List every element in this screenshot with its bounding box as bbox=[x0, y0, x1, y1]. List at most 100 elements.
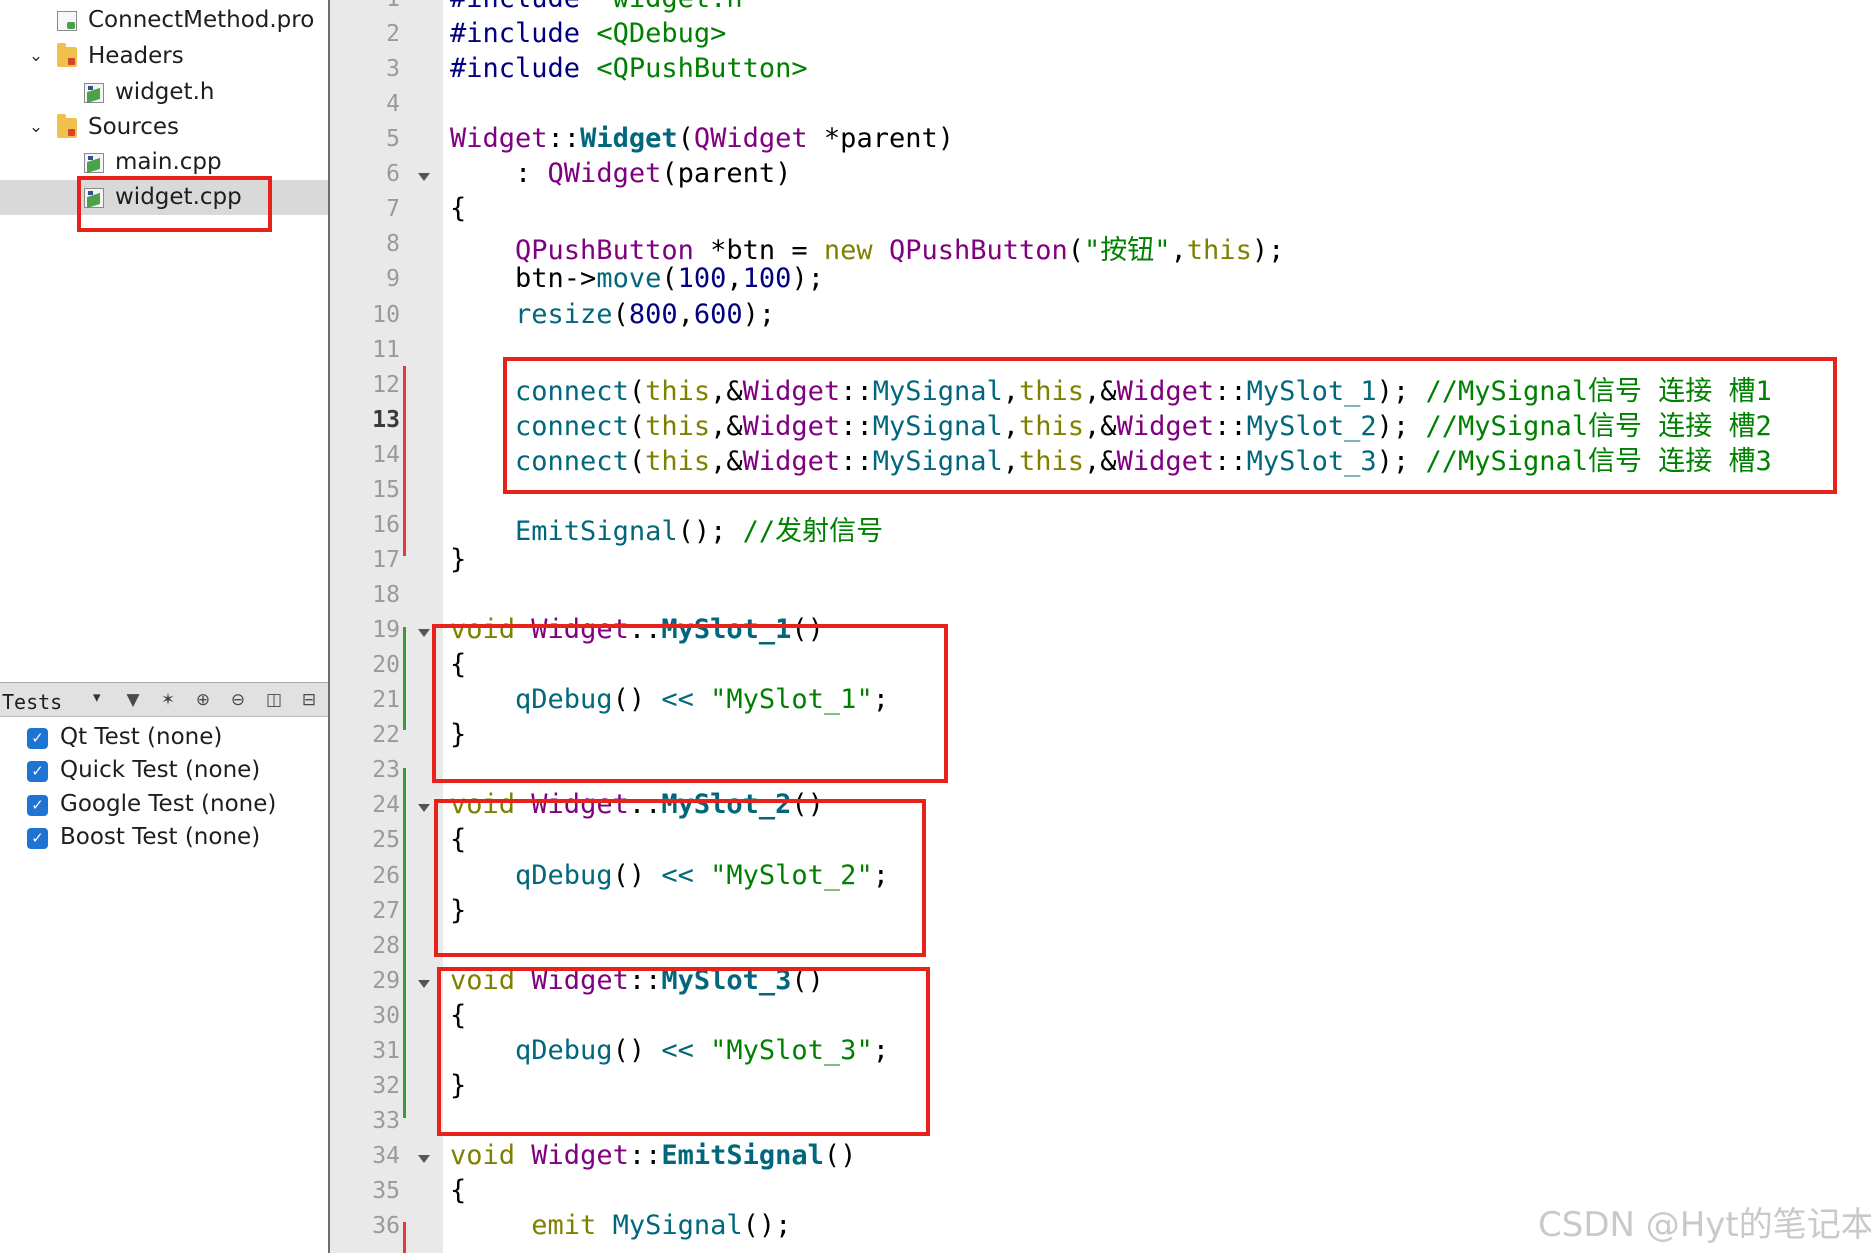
chevron-down-icon[interactable]: ⌄ bbox=[27, 39, 45, 74]
code-line[interactable]: qDebug() << "MySlot_3"; bbox=[450, 1035, 889, 1066]
fold-arrow-icon[interactable] bbox=[418, 1154, 430, 1163]
line-number: 12 bbox=[372, 371, 400, 398]
code-token: } bbox=[450, 543, 467, 575]
code-token: << bbox=[661, 1034, 694, 1066]
close-panel-icon[interactable]: ⊟ bbox=[298, 689, 320, 711]
code-line[interactable]: connect(this,&Widget::MySignal,this,&Wid… bbox=[450, 439, 1772, 478]
code-line[interactable]: void Widget::MySlot_1() bbox=[450, 614, 824, 645]
header-file-icon bbox=[84, 83, 104, 103]
test-item-boost-test[interactable]: ✓ Boost Test (none) bbox=[0, 822, 328, 855]
code-token: ( bbox=[677, 123, 694, 155]
filter-icon[interactable]: ▼ bbox=[122, 689, 144, 711]
code-line[interactable]: #include "widget.h" bbox=[450, 0, 759, 14]
checkbox-checked-icon[interactable]: ✓ bbox=[27, 828, 48, 849]
code-token: MySignal bbox=[872, 445, 1003, 477]
code-token: { bbox=[450, 1175, 467, 1207]
fold-arrow-icon[interactable] bbox=[418, 979, 430, 988]
code-line[interactable]: } bbox=[450, 895, 466, 926]
code-line[interactable]: } bbox=[450, 1070, 466, 1101]
code-token: } bbox=[450, 1069, 467, 1101]
code-line[interactable]: EmitSignal(); //发射信号 bbox=[450, 509, 883, 548]
code-token: void bbox=[450, 789, 516, 821]
code-token: :: bbox=[628, 1139, 662, 1171]
test-item-quick-test[interactable]: ✓ Quick Test (none) bbox=[0, 755, 328, 788]
code-token: ( bbox=[628, 375, 646, 407]
code-line[interactable]: { bbox=[450, 1175, 466, 1206]
line-number: 24 bbox=[372, 792, 400, 819]
code-token: "MySlot_2" bbox=[710, 859, 873, 891]
code-line[interactable]: { bbox=[450, 649, 466, 680]
checkbox-checked-icon[interactable]: ✓ bbox=[27, 728, 48, 749]
code-line[interactable]: void Widget::EmitSignal() bbox=[450, 1140, 856, 1171]
code-token: } bbox=[450, 894, 467, 926]
tree-item-headers[interactable]: ⌄ Headers bbox=[0, 39, 328, 74]
code-line[interactable]: { bbox=[450, 1000, 466, 1031]
code-token: ); bbox=[791, 263, 824, 295]
fold-arrow-icon[interactable] bbox=[418, 804, 430, 813]
code-editor[interactable]: #include "widget.h" #include <QDebug> #inc… bbox=[443, 0, 1871, 1253]
chevron-down-icon[interactable]: ⌄ bbox=[27, 110, 45, 145]
code-token: { bbox=[450, 649, 467, 681]
code-token: () bbox=[791, 964, 824, 996]
tree-item-label: main.cpp bbox=[115, 149, 222, 175]
code-line[interactable]: #include <QDebug> bbox=[450, 18, 726, 49]
tree-item-sources[interactable]: ⌄ Sources bbox=[0, 110, 328, 145]
clear-icon[interactable]: ✶ bbox=[157, 689, 179, 711]
code-token: { bbox=[450, 193, 467, 225]
code-token: this bbox=[1186, 235, 1252, 267]
code-line[interactable]: } bbox=[450, 719, 466, 750]
code-token: QPushButton bbox=[888, 235, 1068, 267]
code-token: Widget bbox=[531, 964, 629, 996]
code-token: { bbox=[450, 999, 467, 1031]
test-item-google-test[interactable]: ✓ Google Test (none) bbox=[0, 789, 328, 822]
tree-item-label: widget.cpp bbox=[115, 184, 242, 210]
changed-lines-marker bbox=[403, 768, 406, 1118]
tree-item-widget-cpp[interactable]: widget.cpp bbox=[0, 180, 328, 215]
tree-item-widget-h[interactable]: widget.h bbox=[0, 75, 328, 110]
chevron-down-icon[interactable]: ▾ bbox=[93, 688, 101, 706]
split-icon[interactable]: ◫ bbox=[263, 689, 285, 711]
code-token: MySlot_1 bbox=[661, 614, 792, 646]
tree-item-connectmethod-pro[interactable]: ConnectMethod.pro bbox=[0, 3, 328, 38]
code-line[interactable]: connect(this,&Widget::MySignal,this,&Wid… bbox=[450, 404, 1772, 443]
code-token: MySlot_1 bbox=[1246, 375, 1377, 407]
code-token: "MySlot_3" bbox=[710, 1034, 873, 1066]
code-line[interactable]: qDebug() << "MySlot_1"; bbox=[450, 684, 889, 715]
checkbox-checked-icon[interactable]: ✓ bbox=[27, 795, 48, 816]
code-line[interactable]: btn->move(100,100); bbox=[450, 263, 824, 294]
code-line[interactable]: : QWidget(parent) bbox=[450, 158, 791, 189]
code-token: "widget.h" bbox=[596, 0, 759, 14]
test-item-label: Quick Test (none) bbox=[60, 757, 261, 783]
code-line[interactable]: void Widget::MySlot_2() bbox=[450, 789, 824, 820]
code-line[interactable]: resize(800,600); bbox=[450, 299, 775, 330]
code-line[interactable]: Widget::Widget(QWidget *parent) bbox=[450, 123, 954, 154]
line-number: 33 bbox=[372, 1107, 400, 1134]
code-line[interactable]: void Widget::MySlot_3() bbox=[450, 965, 824, 996]
code-token: //MySignal信号 连接 槽3 bbox=[1425, 445, 1772, 477]
checkbox-checked-icon[interactable]: ✓ bbox=[27, 761, 48, 782]
line-number: 16 bbox=[372, 511, 400, 538]
code-token: //发射信号 bbox=[742, 515, 884, 547]
fold-arrow-icon[interactable] bbox=[418, 629, 430, 638]
tree-item-main-cpp[interactable]: main.cpp bbox=[0, 145, 328, 180]
code-token: connect bbox=[515, 445, 629, 477]
code-line[interactable]: } bbox=[450, 544, 466, 575]
expand-all-icon[interactable]: ⊕ bbox=[192, 689, 214, 711]
collapse-all-icon[interactable]: ⊖ bbox=[227, 689, 249, 711]
test-item-qt-test[interactable]: ✓ Qt Test (none) bbox=[0, 722, 328, 755]
code-line[interactable]: connect(this,&Widget::MySignal,this,&Wid… bbox=[450, 369, 1772, 408]
code-line[interactable]: emit MySignal(); bbox=[450, 1210, 791, 1241]
code-token: () bbox=[612, 859, 662, 891]
code-token: QPushButton bbox=[515, 235, 694, 267]
code-line[interactable]: { bbox=[450, 824, 466, 855]
code-line[interactable]: #include <QPushButton> bbox=[450, 53, 808, 84]
code-token: <QDebug> bbox=[596, 18, 727, 50]
code-token: this bbox=[1019, 445, 1085, 477]
fold-arrow-icon[interactable] bbox=[418, 173, 430, 182]
code-line[interactable]: { bbox=[450, 193, 466, 224]
code-token: ); bbox=[742, 298, 776, 330]
code-line[interactable]: QPushButton *btn = new QPushButton("按钮",… bbox=[450, 228, 1284, 267]
code-token: , bbox=[677, 298, 694, 330]
code-token: qDebug bbox=[515, 1034, 613, 1066]
code-line[interactable]: qDebug() << "MySlot_2"; bbox=[450, 860, 889, 891]
